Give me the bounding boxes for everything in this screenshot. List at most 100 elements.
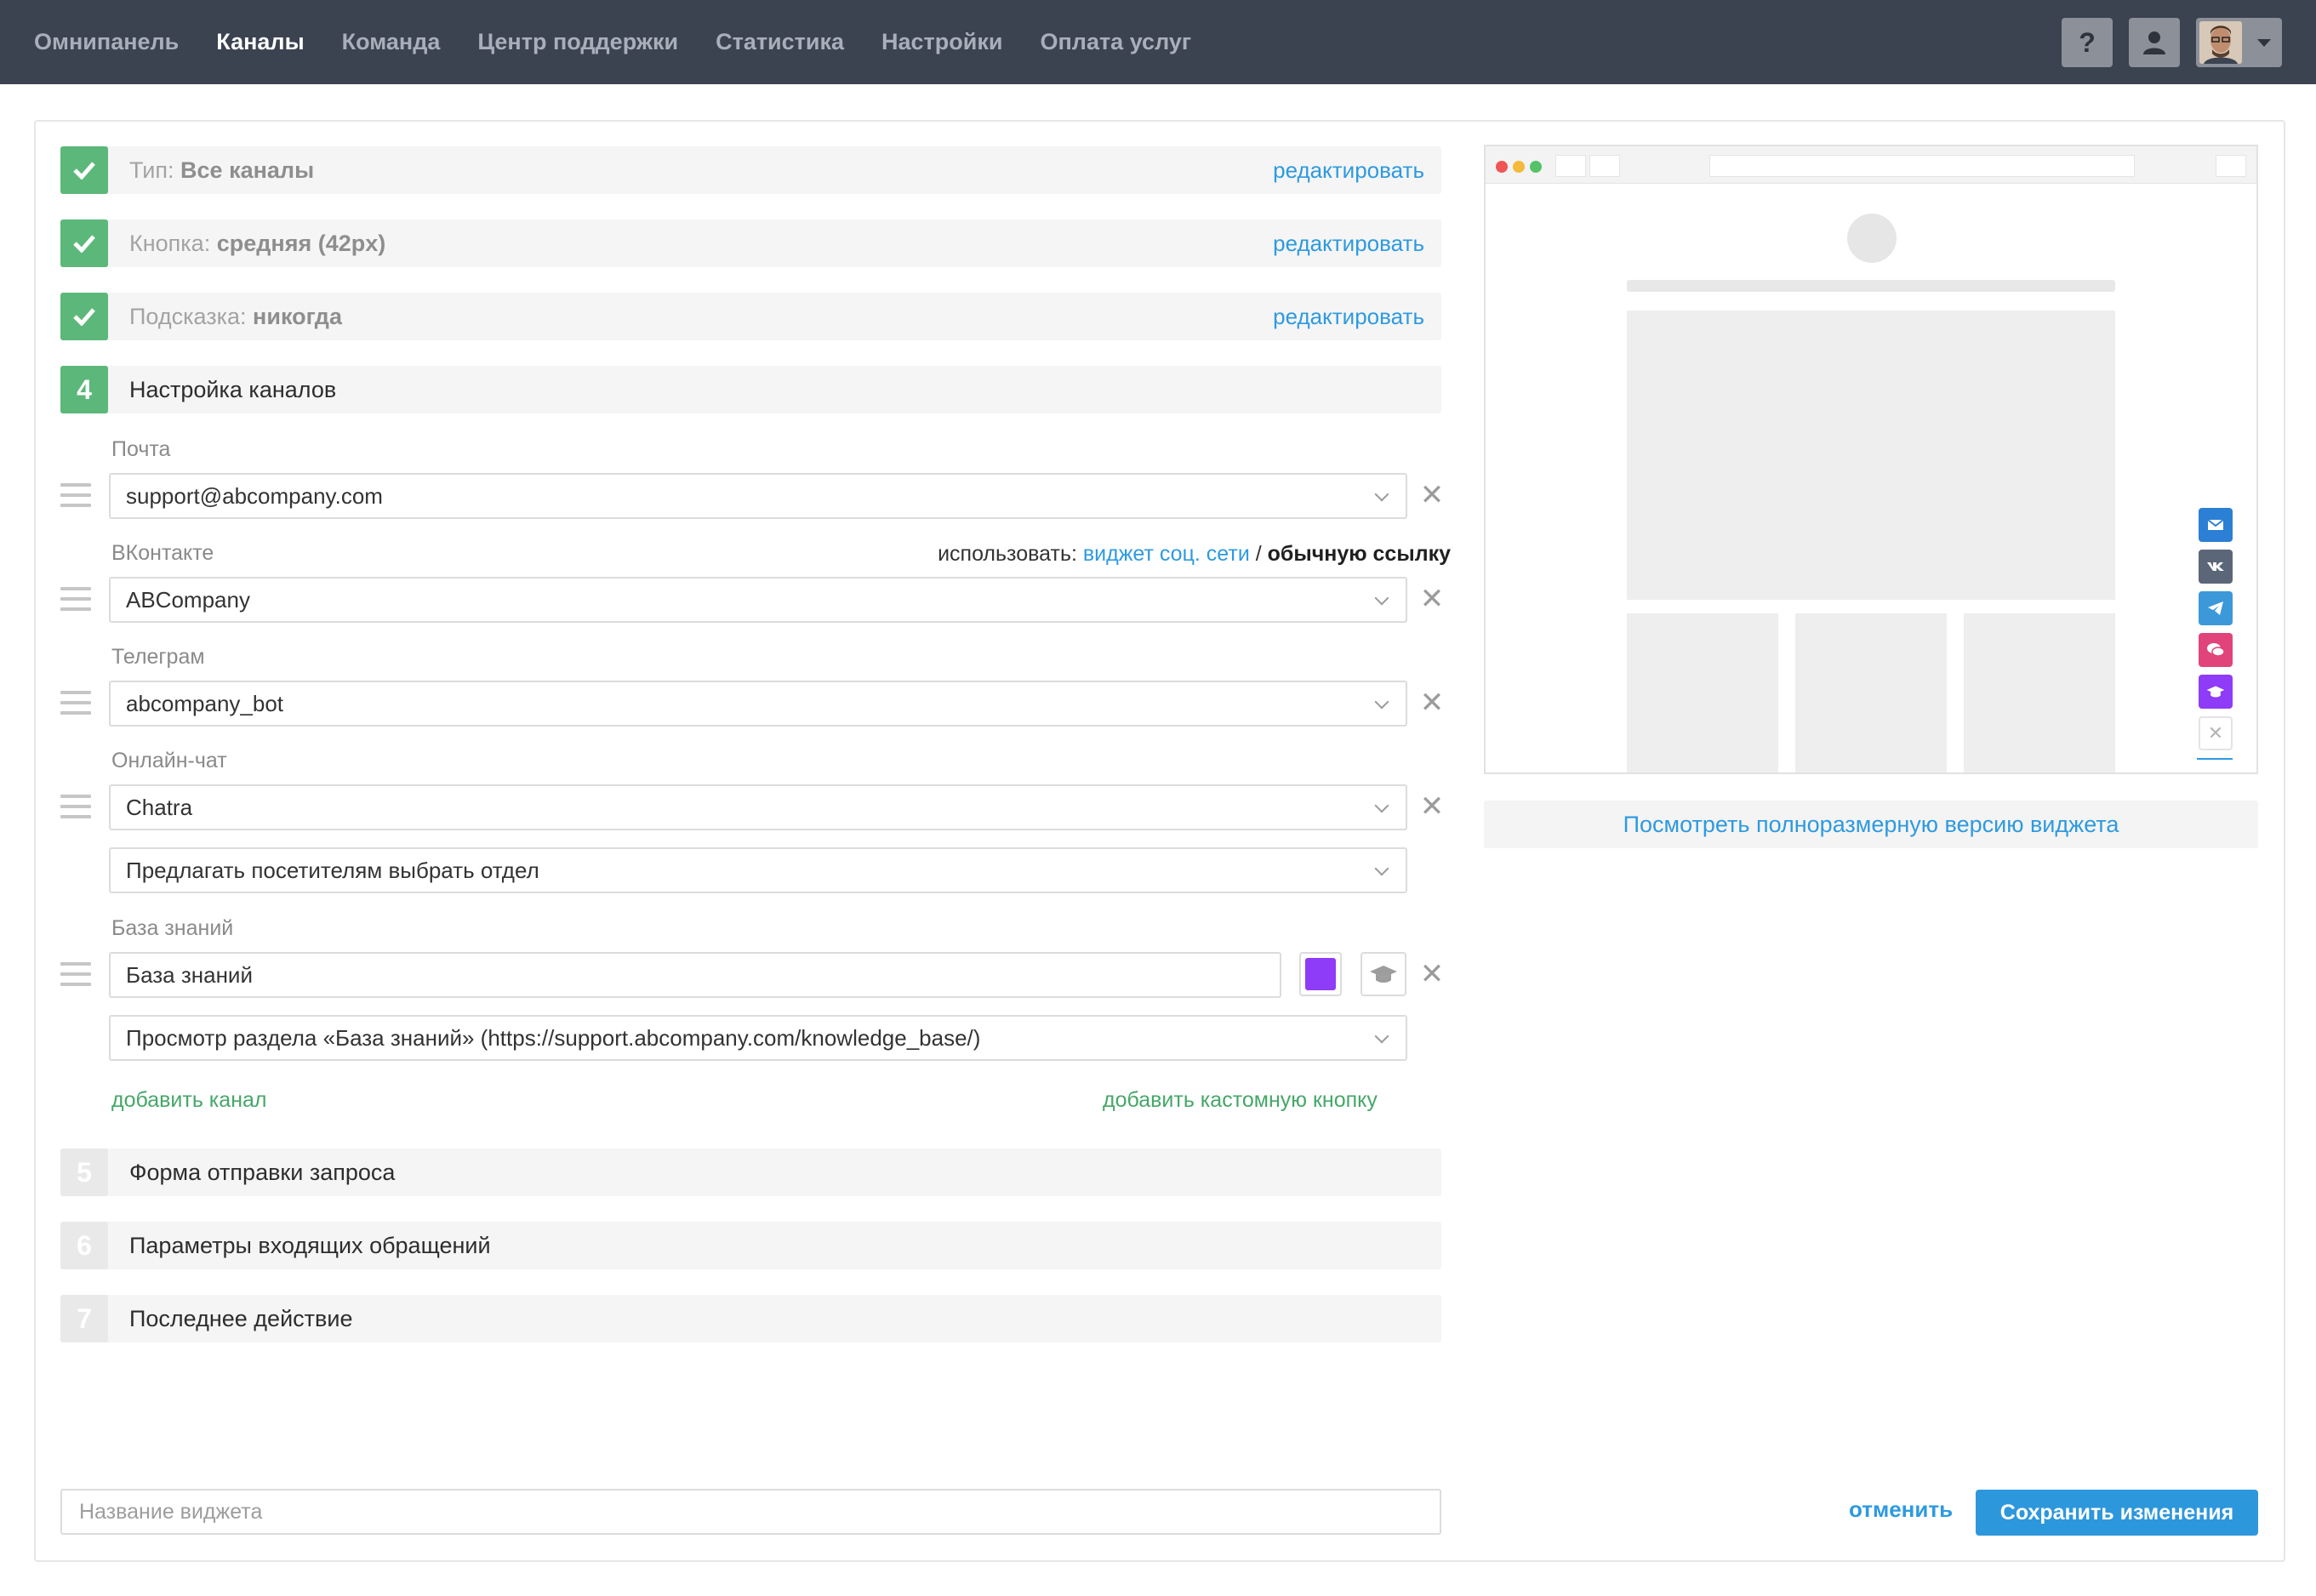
preview-card-placeholder [1964, 613, 2115, 772]
drag-handle-icon[interactable] [60, 795, 91, 818]
step-type-label: Тип: Все каналы [129, 157, 315, 183]
remove-telegram-icon[interactable]: ✕ [1419, 688, 1445, 717]
close-icon: ✕ [2199, 716, 2233, 750]
remove-chat-icon[interactable]: ✕ [1419, 792, 1445, 821]
chat-select[interactable]: Chatra [109, 784, 1407, 830]
mail-label: Почта [111, 437, 171, 461]
nav-item-omnipanel[interactable]: Омнипанель [34, 29, 179, 55]
step-number-badge: 6 [60, 1222, 108, 1269]
mail-icon [2199, 508, 2233, 542]
avatar [2199, 21, 2242, 64]
chevron-down-icon [1374, 590, 1389, 606]
top-navigation-bar: Омнипанель Каналы Команда Центр поддержк… [0, 0, 2316, 84]
color-swatch [1305, 958, 1336, 990]
vk-label: ВКонтакте [111, 541, 214, 565]
vk-use-mode: использовать: виджет соц. сети / обычную… [938, 542, 1451, 566]
preview-tab [1555, 155, 1586, 177]
view-full-widget-link[interactable]: Посмотреть полноразмерную версию виджета [1484, 801, 2258, 848]
drag-handle-icon[interactable] [60, 962, 91, 986]
vk-widget-link[interactable]: виджет соц. сети [1083, 542, 1250, 566]
step-button-label: Кнопка: средняя (42px) [129, 231, 386, 256]
step-incoming-title: Параметры входящих обращений [129, 1233, 491, 1258]
question-icon: ? [2079, 26, 2096, 58]
chevron-down-icon [1374, 861, 1389, 876]
knowledge-base-icon [2199, 675, 2233, 709]
nav-item-billing[interactable]: Оплата услуг [1040, 29, 1191, 55]
kb-color-picker[interactable] [1299, 952, 1342, 996]
step-channels-title: Настройка каналов [129, 377, 337, 402]
step-hint: Подсказка: никогда редактировать [60, 293, 1441, 340]
preview-browser-bar [1486, 146, 2256, 184]
edit-button-link[interactable]: редактировать [1273, 219, 1424, 267]
preview-heading-placeholder [1627, 280, 2115, 292]
widget-name-input[interactable]: Название виджета [60, 1489, 1441, 1535]
graduation-cap-icon [1370, 966, 1397, 983]
nav-item-team[interactable]: Команда [342, 29, 441, 55]
preview-tab [2216, 155, 2246, 177]
chat-label: Онлайн-чат [111, 749, 227, 772]
nav-item-statistics[interactable]: Статистика [716, 29, 844, 55]
add-channel-link[interactable]: добавить канал [111, 1088, 267, 1113]
drag-handle-icon[interactable] [60, 691, 91, 715]
chevron-down-icon [1374, 798, 1389, 813]
nav-item-settings[interactable]: Настройки [881, 29, 1002, 55]
vk-select[interactable]: ABCompany [109, 577, 1407, 623]
avatar-photo [2199, 21, 2242, 64]
kb-label: База знаний [111, 916, 234, 940]
check-icon [60, 146, 108, 194]
preview-brand-mark [2197, 758, 2233, 760]
nav-item-channels[interactable]: Каналы [216, 29, 304, 55]
chevron-down-icon [2257, 39, 2271, 47]
remove-vk-icon[interactable]: ✕ [1419, 584, 1445, 613]
preview-logo-placeholder [1847, 214, 1897, 263]
telegram-label: Телеграм [111, 645, 205, 669]
step-number-badge: 4 [60, 366, 108, 413]
step-number-badge: 7 [60, 1295, 108, 1342]
save-button[interactable]: Сохранить изменения [1976, 1490, 2258, 1536]
widget-preview: ✕ [1484, 145, 2258, 774]
remove-kb-icon[interactable]: ✕ [1419, 960, 1445, 989]
chevron-down-icon [1374, 694, 1389, 710]
profile-menu-button[interactable] [2196, 18, 2282, 67]
window-dot [1530, 161, 1542, 173]
add-custom-button-link[interactable]: добавить кастомную кнопку [1103, 1088, 1378, 1113]
step-hint-label: Подсказка: никогда [129, 304, 342, 329]
telegram-icon [2199, 591, 2233, 625]
check-icon [60, 219, 108, 267]
preview-card-placeholder [1627, 613, 1778, 772]
preview-tab [1589, 155, 1620, 177]
step-last-title: Последнее действие [129, 1306, 353, 1331]
window-dot [1513, 161, 1525, 173]
drag-handle-icon[interactable] [60, 483, 91, 507]
drag-handle-icon[interactable] [60, 587, 91, 611]
preview-card-placeholder [1795, 613, 1947, 772]
step-form-title: Форма отправки запроса [129, 1160, 396, 1185]
help-button[interactable]: ? [2062, 18, 2113, 67]
preview-content-placeholder [1627, 311, 2115, 600]
kb-icon-picker[interactable] [1361, 952, 1406, 996]
preview-address-bar [1709, 155, 2135, 177]
cancel-link[interactable]: отменить [1849, 1496, 1953, 1523]
step-button: Кнопка: средняя (42px) редактировать [60, 219, 1441, 267]
edit-type-link[interactable]: редактировать [1273, 146, 1424, 194]
vk-icon [2199, 550, 2233, 584]
chat-department-select[interactable]: Предлагать посетителям выбрать отдел [109, 847, 1407, 893]
step-request-form[interactable]: 5 Форма отправки запроса [60, 1149, 1441, 1196]
step-channels: 4 Настройка каналов [60, 366, 1441, 413]
user-icon [2143, 31, 2165, 54]
nav-item-support-center[interactable]: Центр поддержки [477, 29, 678, 55]
step-incoming-params[interactable]: 6 Параметры входящих обращений [60, 1222, 1441, 1269]
vk-plain-link-option[interactable]: обычную ссылку [1268, 542, 1451, 566]
step-type: Тип: Все каналы редактировать [60, 146, 1441, 194]
kb-name-input[interactable]: База знаний [109, 952, 1281, 998]
remove-mail-icon[interactable]: ✕ [1419, 481, 1445, 510]
telegram-select[interactable]: abcompany_bot [109, 681, 1407, 727]
check-icon [60, 293, 108, 340]
step-last-action[interactable]: 7 Последнее действие [60, 1295, 1441, 1342]
kb-section-select[interactable]: Просмотр раздела «База знаний» (https://… [109, 1015, 1407, 1061]
user-button[interactable] [2129, 18, 2180, 67]
mail-select[interactable]: support@abcompany.com [109, 473, 1407, 519]
edit-hint-link[interactable]: редактировать [1273, 293, 1424, 340]
chevron-down-icon [1374, 1029, 1389, 1044]
window-dot [1496, 161, 1508, 173]
